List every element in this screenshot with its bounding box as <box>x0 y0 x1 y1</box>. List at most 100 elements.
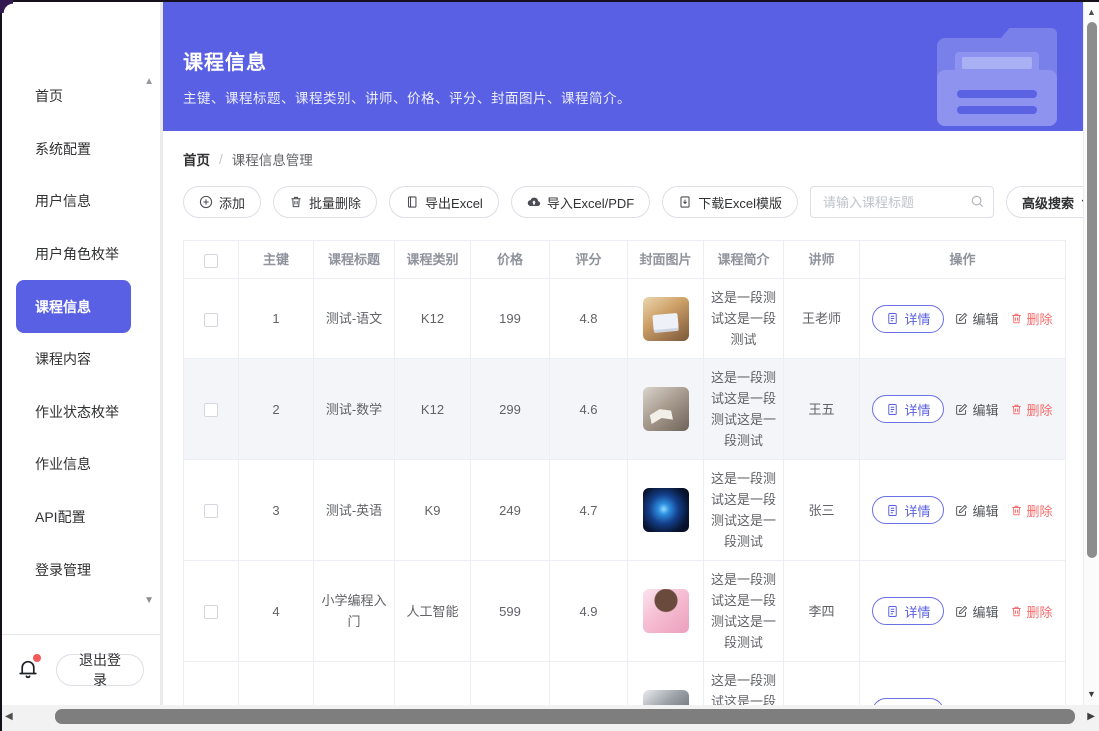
horizontal-scrollbar-thumb[interactable] <box>55 709 1075 724</box>
main-panel: 课程信息 主键、课程标题、课程类别、讲师、价格、评分、封面图片、课程简介。 首页… <box>163 2 1083 705</box>
row-checkbox[interactable] <box>204 403 218 417</box>
cloud-upload-icon <box>527 195 541 209</box>
breadcrumb-separator: / <box>219 152 223 167</box>
folder-illustration-icon <box>927 26 1067 130</box>
scroll-down-arrow-icon[interactable]: ▼ <box>1084 689 1099 699</box>
document-download-icon <box>678 195 692 209</box>
row-checkbox[interactable] <box>204 504 218 518</box>
delete-button[interactable]: 删除 <box>1010 400 1053 419</box>
edit-pencil-icon <box>955 504 968 517</box>
sidebar-item[interactable]: 课程信息 <box>16 280 131 333</box>
cover-image <box>643 690 689 705</box>
sidebar-scroll-down-icon[interactable]: ▼ <box>144 595 154 606</box>
detail-button[interactable]: 详情 <box>872 305 944 333</box>
search-box <box>810 186 994 218</box>
edit-button[interactable]: 编辑 <box>955 309 998 328</box>
cell-rating: 4.9 <box>550 561 628 662</box>
detail-button[interactable]: 详情 <box>872 496 944 524</box>
cell-category: K9 <box>395 662 471 706</box>
batch-delete-button[interactable]: 批量删除 <box>273 186 377 218</box>
column-header: 课程类别 <box>395 241 471 279</box>
horizontal-scrollbar[interactable]: ◀ ▶ <box>0 705 1099 731</box>
sidebar-item[interactable]: 系统配置 <box>0 123 160 176</box>
cell-teacher: 张三 <box>784 460 860 561</box>
sidebar-item[interactable]: API配置 <box>0 491 160 544</box>
cell-id: 5 <box>239 662 314 706</box>
detail-button[interactable]: 详情 <box>872 597 944 625</box>
edit-button[interactable]: 编辑 <box>955 602 998 621</box>
detail-button[interactable]: 详情 <box>872 698 944 705</box>
column-header: 操作 <box>860 241 1066 279</box>
edit-button[interactable]: 编辑 <box>955 400 998 419</box>
cell-price: 350 <box>471 662 550 706</box>
sidebar: ▲ 首页系统配置用户信息用户角色枚举课程信息课程内容作业状态枚举作业信息API配… <box>0 2 163 705</box>
sidebar-item[interactable]: 课程内容 <box>0 333 160 386</box>
detail-button[interactable]: 详情 <box>872 395 944 423</box>
column-header: 课程简介 <box>704 241 784 279</box>
edit-pencil-icon <box>955 312 968 325</box>
column-header: 讲师 <box>784 241 860 279</box>
scroll-up-arrow-icon[interactable]: ▲ <box>1084 7 1099 17</box>
table-body: 1测试-语文K121994.8这是一段测试这是一段测试王老师详情编辑删除2测试-… <box>184 279 1066 706</box>
sidebar-item[interactable]: 登录管理 <box>0 543 160 596</box>
select-all-checkbox[interactable] <box>204 254 218 268</box>
column-header: 封面图片 <box>628 241 704 279</box>
sidebar-item[interactable]: 用户信息 <box>0 175 160 228</box>
toolbar: 添加 批量删除 导出Excel 导入Excel/PDF 下载Excel模版 <box>183 186 1063 218</box>
breadcrumb-current: 课程信息管理 <box>232 149 313 169</box>
vertical-scrollbar[interactable]: ▲ ▼ <box>1083 2 1099 705</box>
cell-teacher: 王老师 <box>784 279 860 359</box>
download-template-button[interactable]: 下载Excel模版 <box>662 186 798 218</box>
sidebar-footer: 退出登录 <box>0 634 160 705</box>
scroll-left-arrow-icon[interactable]: ◀ <box>5 711 13 722</box>
delete-trash-icon <box>1010 403 1023 416</box>
cell-price: 299 <box>471 359 550 460</box>
sidebar-item[interactable]: 作业状态枚举 <box>0 386 160 439</box>
cell-id: 2 <box>239 359 314 460</box>
cell-intro: 这是一段测试这是一段测试这是一段测试 <box>704 359 784 460</box>
delete-button[interactable]: 删除 <box>1010 309 1053 328</box>
delete-trash-icon <box>1010 504 1023 517</box>
notification-bell-icon[interactable] <box>16 657 40 683</box>
row-checkbox[interactable] <box>204 313 218 327</box>
cell-price: 599 <box>471 561 550 662</box>
cell-id: 1 <box>239 279 314 359</box>
cell-rating: 4.5 <box>550 662 628 706</box>
search-icon[interactable] <box>970 194 985 209</box>
vertical-scrollbar-thumb[interactable] <box>1087 22 1097 558</box>
search-input[interactable] <box>810 186 994 218</box>
detail-doc-icon <box>886 312 899 325</box>
cell-title: 测试-数学 <box>314 359 395 460</box>
sidebar-item[interactable]: 首页 <box>0 70 160 123</box>
edit-pencil-icon <box>955 605 968 618</box>
app-window: ▲ 首页系统配置用户信息用户角色枚举课程信息课程内容作业状态枚举作业信息API配… <box>0 0 1099 731</box>
cell-category: K12 <box>395 279 471 359</box>
row-checkbox[interactable] <box>204 605 218 619</box>
scroll-right-arrow-icon[interactable]: ▶ <box>1087 711 1095 722</box>
table-row: 3测试-英语K92494.7这是一段测试这是一段测试这是一段测试张三详情编辑删除 <box>184 460 1066 561</box>
delete-button[interactable]: 删除 <box>1010 501 1053 520</box>
logout-button[interactable]: 退出登录 <box>56 654 144 686</box>
cell-price: 199 <box>471 279 550 359</box>
import-excel-button[interactable]: 导入Excel/PDF <box>511 186 650 218</box>
delete-button[interactable]: 删除 <box>1010 602 1053 621</box>
window-frame-left <box>0 0 2 731</box>
add-button[interactable]: 添加 <box>183 186 261 218</box>
cover-image <box>643 488 689 532</box>
cell-intro: 这是一段测试这是一段测试 <box>704 279 784 359</box>
edit-button[interactable]: 编辑 <box>955 501 998 520</box>
cover-image <box>643 297 689 341</box>
breadcrumb: 首页 / 课程信息管理 <box>183 149 1063 169</box>
cell-title: 小学编程入门 <box>314 561 395 662</box>
export-excel-button[interactable]: 导出Excel <box>389 186 499 218</box>
column-header: 价格 <box>471 241 550 279</box>
sidebar-item[interactable]: 用户角色枚举 <box>0 228 160 281</box>
table-row: 2测试-数学K122994.6这是一段测试这是一段测试这是一段测试王五详情编辑删… <box>184 359 1066 460</box>
advanced-search-button[interactable]: 高级搜索 <box>1006 186 1083 218</box>
breadcrumb-home[interactable]: 首页 <box>183 149 210 169</box>
page-banner: 课程信息 主键、课程标题、课程类别、讲师、价格、评分、封面图片、课程简介。 <box>163 2 1083 131</box>
table-row: 4小学编程入门人工智能5994.9这是一段测试这是一段测试这是一段测试李四详情编… <box>184 561 1066 662</box>
detail-doc-icon <box>886 605 899 618</box>
sidebar-item[interactable]: 作业信息 <box>0 438 160 491</box>
content-area: 首页 / 课程信息管理 添加 批量删除 导出Excel <box>163 131 1083 705</box>
